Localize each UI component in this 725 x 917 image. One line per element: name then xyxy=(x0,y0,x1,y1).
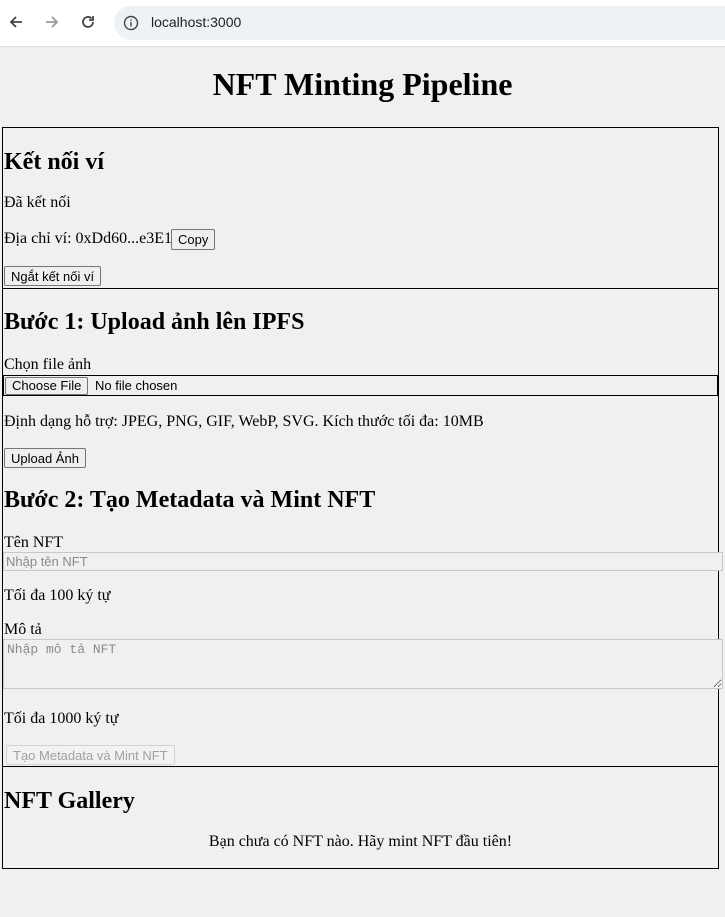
file-label: Chọn file ảnh xyxy=(4,356,92,373)
nft-description-input[interactable] xyxy=(3,639,723,689)
file-format-hint: Định dạng hỗ trợ: JPEG, PNG, GIF, WebP, … xyxy=(4,413,484,430)
wallet-address: Địa chỉ ví: 0xDd60...e3E1 xyxy=(4,230,172,247)
site-info-icon[interactable] xyxy=(123,15,139,31)
wallet-status: Đã kết nối xyxy=(4,194,71,211)
step2-heading: Bước 2: Tạo Metadata và Mint NFT xyxy=(4,487,376,513)
nft-description-hint: Tối đa 1000 ký tự xyxy=(4,710,119,727)
mint-nft-button[interactable]: Tạo Metadata và Mint NFT xyxy=(6,745,175,765)
copy-button[interactable]: Copy xyxy=(171,229,216,250)
mint-section: Bước 1: Upload ảnh lên IPFS Chọn file ản… xyxy=(2,288,723,767)
url-text: localhost:3000 xyxy=(151,14,242,30)
browser-toolbar: localhost:3000 xyxy=(0,0,725,47)
wallet-heading: Kết nối ví xyxy=(4,149,104,175)
file-status: No file chosen xyxy=(95,378,178,393)
wallet-section: Kết nối ví Đã kết nối Địa chỉ ví: 0xDd60… xyxy=(2,127,719,289)
reload-icon[interactable] xyxy=(77,11,99,33)
nft-description-label: Mô tả xyxy=(4,621,42,638)
gallery-section: NFT Gallery Bạn chưa có NFT nào. Hãy min… xyxy=(2,766,719,869)
upload-image-button[interactable]: Upload Ảnh xyxy=(4,448,86,468)
back-icon[interactable] xyxy=(5,11,27,33)
forward-icon[interactable] xyxy=(41,11,63,33)
page-title: NFT Minting Pipeline xyxy=(212,66,513,102)
choose-file-button[interactable]: Choose File xyxy=(5,377,89,395)
nft-name-label: Tên NFT xyxy=(4,534,64,551)
address-bar[interactable]: localhost:3000 xyxy=(114,6,725,40)
file-input[interactable]: Choose File No file chosen xyxy=(3,375,718,396)
disconnect-wallet-button[interactable]: Ngắt kết nối ví xyxy=(4,266,102,286)
gallery-heading: NFT Gallery xyxy=(4,788,135,814)
nft-name-hint: Tối đa 100 ký tự xyxy=(4,587,111,604)
step1-heading: Bước 1: Upload ảnh lên IPFS xyxy=(4,309,305,335)
gallery-empty-message: Bạn chưa có NFT nào. Hãy mint NFT đầu ti… xyxy=(208,833,513,850)
nft-name-input[interactable] xyxy=(3,552,723,571)
